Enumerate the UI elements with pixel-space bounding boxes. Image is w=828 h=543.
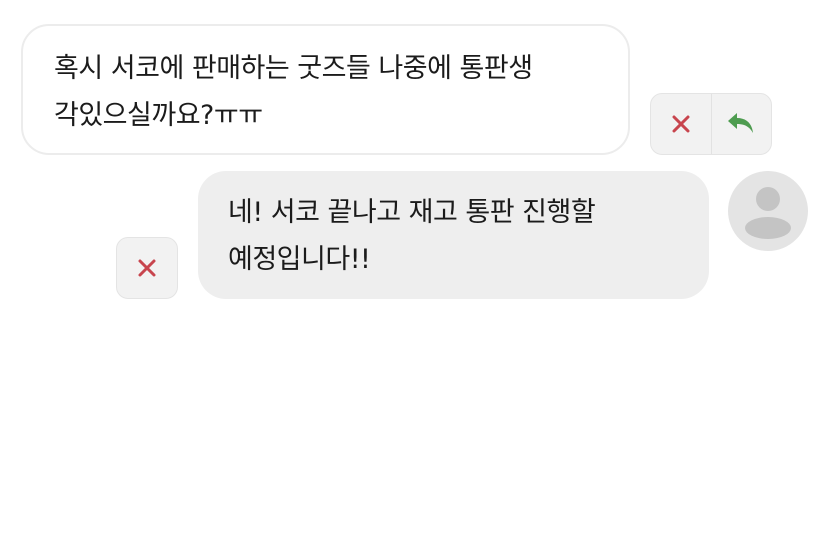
outgoing-message-bubble: 네! 서코 끝나고 재고 통판 진행할 예정입니다!! — [198, 171, 709, 299]
delete-outgoing-button[interactable] — [116, 237, 178, 299]
reply-arrow-icon — [728, 113, 754, 133]
avatar — [728, 171, 808, 251]
close-icon — [672, 115, 690, 133]
reply-button[interactable] — [710, 94, 772, 154]
incoming-message-actions — [650, 93, 772, 155]
close-icon — [138, 259, 156, 277]
default-user-avatar-icon — [745, 187, 791, 239]
delete-incoming-button[interactable] — [651, 94, 711, 154]
incoming-message-bubble: 혹시 서코에 판매하는 굿즈들 나중에 통판생 각있으실까요?ㅠㅠ — [21, 24, 630, 155]
